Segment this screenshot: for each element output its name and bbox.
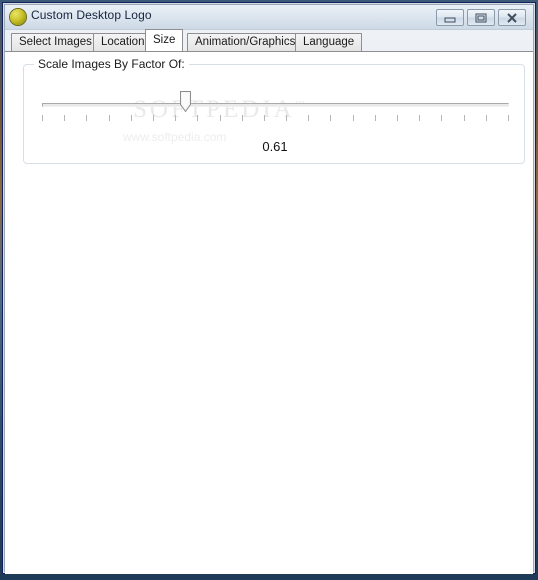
slider-tick: [486, 115, 487, 121]
slider-tick: [64, 115, 65, 121]
tab-animation-graphics[interactable]: Animation/Graphics: [187, 33, 304, 51]
maximize-button[interactable]: [467, 9, 495, 26]
slider-tick: [353, 115, 354, 121]
window-title: Custom Desktop Logo: [31, 8, 152, 22]
slider-tick: [441, 115, 442, 121]
maximize-icon: [475, 13, 487, 23]
slider-ticks: [42, 115, 509, 122]
scale-factor-slider[interactable]: [42, 91, 509, 139]
window-frame-inner: Custom Desktop Logo Select Images Locati…: [4, 4, 534, 574]
tab-page-size: SOFTPEDIA™ www.softpedia.com Scale Image…: [5, 51, 533, 574]
slider-tick: [153, 115, 154, 121]
slider-tick: [308, 115, 309, 121]
tab-size[interactable]: Size: [145, 29, 184, 51]
slider-tick: [464, 115, 465, 121]
slider-tick: [397, 115, 398, 121]
minimize-icon: [444, 17, 456, 23]
scale-factor-label: Scale Images By Factor Of:: [34, 57, 189, 71]
title-bar[interactable]: Custom Desktop Logo: [5, 5, 533, 30]
tab-location[interactable]: Location: [93, 33, 153, 51]
slider-tick: [42, 115, 43, 121]
slider-tick: [86, 115, 87, 121]
tab-language[interactable]: Language: [295, 33, 363, 51]
slider-tick: [131, 115, 132, 121]
slider-tick: [109, 115, 110, 121]
slider-tick: [264, 115, 265, 121]
slider-tick: [175, 115, 176, 121]
sphere-logo-icon: [10, 9, 26, 25]
slider-tick: [197, 115, 198, 121]
slider-tick: [220, 115, 221, 121]
scale-factor-value: 0.61: [262, 139, 288, 154]
application-window: Custom Desktop Logo Select Images Locati…: [2, 2, 536, 574]
slider-tick: [419, 115, 420, 121]
slider-thumb[interactable]: [179, 91, 191, 112]
scale-factor-groupbox: Scale Images By Factor Of: 0.61: [23, 57, 525, 164]
slider-tick: [375, 115, 376, 121]
slider-tick: [330, 115, 331, 121]
close-button[interactable]: [498, 9, 526, 26]
tab-strip: Select Images Location Size Animation/Gr…: [5, 29, 533, 51]
slider-track[interactable]: [42, 103, 509, 107]
tab-select-images[interactable]: Select Images: [11, 33, 100, 51]
close-icon: [507, 13, 517, 23]
slider-tick: [286, 115, 287, 121]
slider-tick: [242, 115, 243, 121]
minimize-button[interactable]: [436, 9, 464, 26]
slider-tick: [508, 115, 509, 121]
